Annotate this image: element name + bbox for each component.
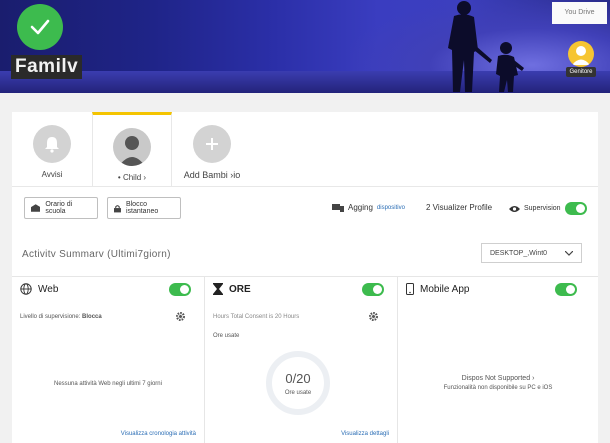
mobile-app-card: Mobile App Dispos Not Supported › Funzio… [398,277,598,443]
school-icon [31,204,41,212]
hours-toggle[interactable] [362,283,384,296]
mobile-note: Funzionalità non disponibile su PC e iOS [443,385,553,391]
phone-icon [406,283,414,295]
hours-used-label: Ore usate [213,333,240,339]
tab-child-profile[interactable]: • Child › [92,112,172,187]
eye-icon [509,205,520,212]
hours-card-header: ORE [213,283,251,295]
web-card-header: Web [20,283,58,295]
parent-child-silhouette-image [448,1,524,93]
plus-icon [193,125,231,163]
hours-usage-sub: Ore usate [284,390,312,396]
tab-label: • Child › [117,173,147,182]
status-check-icon [17,4,63,50]
hours-limit-text: Hours Total Consent is 20 Hours [213,314,300,320]
profile-tabs: Avvisi • Child › Add Bambi ›io [12,112,598,187]
bell-icon [33,125,71,163]
child-avatar [113,128,151,166]
hours-card: ORE Hours Total Consent is 20 Hours Ore … [205,277,398,443]
header-banner [0,0,610,93]
tab-label: Add Bambi ›io [183,170,241,180]
supervision-level: Livello di supervisione: Blocca [20,314,102,320]
add-device-link[interactable]: Agging dispositivo [332,203,405,212]
tab-label: Avvisi [41,170,63,179]
hours-usage-value: 0/20 [285,371,311,386]
supervision-toggle[interactable] [564,202,587,215]
web-toggle[interactable] [169,283,191,296]
web-card: Web Livello di supervisione: Blocca Ness… [12,277,205,443]
view-profile-link[interactable]: 2 Visualizer Profile [426,203,492,212]
family-name-title: Familv [11,55,83,79]
parent-avatar[interactable] [568,41,594,67]
device-select[interactable]: DESKTOP_,Wint0 [481,243,582,263]
mobile-toggle[interactable] [555,283,577,296]
chevron-down-icon [565,250,573,256]
web-history-link[interactable]: Visualizza cronologia attività [121,431,196,437]
supervision-control: Supervision [509,202,587,215]
user-icon [119,136,145,166]
user-icon [572,46,590,65]
top-right-button[interactable]: You Drive [552,2,607,24]
school-hours-button[interactable]: Orario di scuola [24,197,98,219]
activity-summary-title: Activitv Summarv (Ultimi7giorn) [22,249,171,260]
web-empty-text: Nessuna attività Web negli ultimi 7 gior… [54,381,162,387]
gear-icon[interactable] [175,311,186,322]
hourglass-icon [213,283,223,295]
mobile-card-header: Mobile App [406,283,469,295]
instant-block-button[interactable]: Blocco istantaneo [107,197,181,219]
parent-role-label: Genitore [566,67,596,77]
devices-icon [332,204,344,212]
hours-details-link[interactable]: Visualizza dettagli [341,431,389,437]
lock-icon [114,204,121,212]
main-panel: Orario di scuola Blocco istantaneo Aggin… [12,187,598,443]
mobile-status: Dispos Not Supported › [461,375,535,382]
gear-icon[interactable] [368,311,379,322]
tab-add-child[interactable]: Add Bambi ›io [172,112,252,187]
tab-alerts[interactable]: Avvisi [12,112,92,187]
globe-icon [20,283,32,295]
